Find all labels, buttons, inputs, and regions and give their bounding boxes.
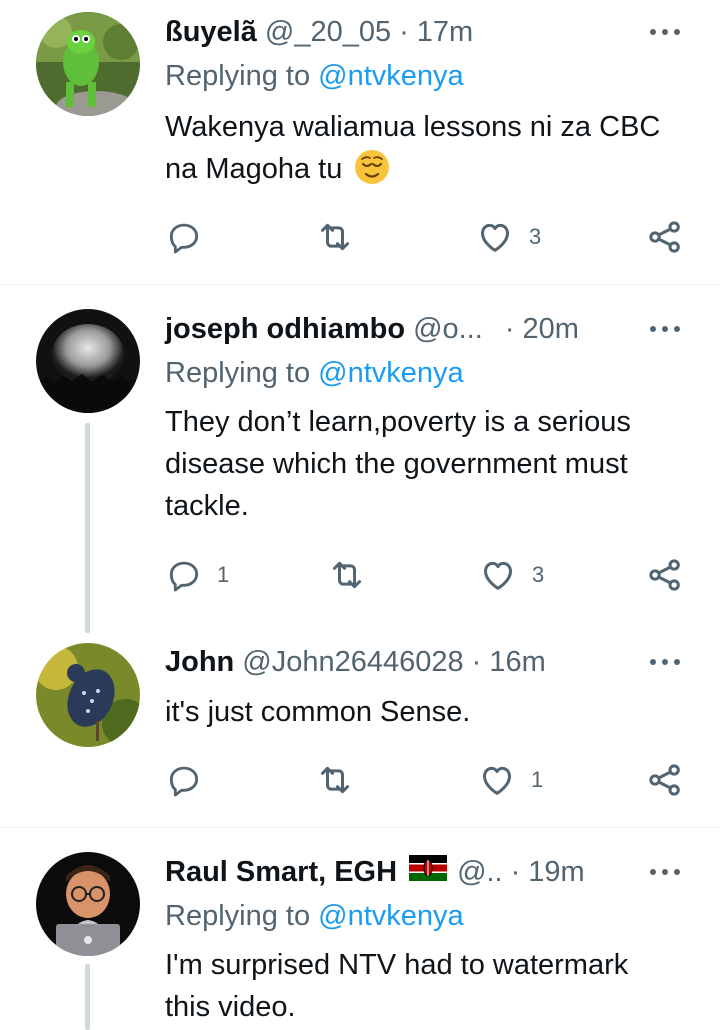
relieved-face-emoji-icon <box>354 149 390 185</box>
tweet-text: it's just common Sense. <box>165 691 680 733</box>
tweet-3[interactable]: John @John26446028 · 16m it's just commo… <box>0 630 720 826</box>
user-handle[interactable]: @.. <box>457 856 503 889</box>
retweet-icon <box>333 561 361 589</box>
replying-to-label: Replying to <box>165 60 319 92</box>
mention-link[interactable]: @ntvkenya <box>318 357 464 389</box>
replying-to: Replying to @ntvkenya <box>165 900 464 933</box>
retweet-icon <box>321 766 349 794</box>
user-handle[interactable]: @_20_05 <box>265 16 391 49</box>
share-icon <box>649 559 680 591</box>
replying-to: Replying to @ntvkenya <box>165 60 464 93</box>
kenya-flag-icon <box>409 855 448 889</box>
reply-button[interactable]: 1 <box>165 553 229 597</box>
separator-dot: · <box>510 855 521 888</box>
like-button[interactable]: 3 <box>475 215 541 259</box>
tweet-header: joseph odhiambo @o... · 20m <box>165 309 720 349</box>
reply-button[interactable] <box>165 215 217 259</box>
tweet-text-content: Wakenya waliamua lessons ni za CBC na Ma… <box>165 111 661 185</box>
tweet-text: Wakenya waliamua lessons ni za CBC na Ma… <box>165 106 680 190</box>
mention-link[interactable]: @ntvkenya <box>318 900 464 932</box>
like-button[interactable]: 3 <box>478 553 544 597</box>
share-icon <box>649 221 680 253</box>
mention-link[interactable]: @ntvkenya <box>318 60 464 92</box>
like-button[interactable]: 1 <box>477 758 543 802</box>
tweet-text: I'm surprised NTV had to watermark this … <box>165 944 680 1028</box>
tweet-header: ßuyelã @_20_05 · 17m <box>165 12 720 52</box>
share-button[interactable] <box>645 553 685 597</box>
retweet-button[interactable] <box>315 758 369 802</box>
tweet-1[interactable]: ßuyelã @_20_05 · 17m Replying to @ntvken… <box>0 0 720 283</box>
reply-button[interactable] <box>165 758 217 802</box>
tweet-text-content: I'm surprised NTV had to watermark this … <box>165 949 629 1023</box>
share-button[interactable] <box>645 215 685 259</box>
tweet-header: John @John26446028 · 16m <box>165 642 720 682</box>
like-count: 3 <box>529 224 542 249</box>
display-name[interactable]: joseph odhiambo <box>165 313 405 346</box>
more-options-icon[interactable] <box>650 27 680 37</box>
more-options-icon[interactable] <box>650 657 680 667</box>
user-handle[interactable]: @o... <box>413 313 483 346</box>
share-button[interactable] <box>645 758 685 802</box>
heart-icon <box>484 561 512 590</box>
replying-to: Replying to @ntvkenya <box>165 357 464 390</box>
retweet-button[interactable] <box>315 215 369 259</box>
timestamp[interactable]: 20m <box>522 313 578 346</box>
heart-icon <box>483 766 511 795</box>
like-count: 1 <box>531 767 544 792</box>
separator-dot: · <box>471 645 482 678</box>
user-handle[interactable]: @John26446028 <box>242 646 463 679</box>
separator-dot: · <box>504 312 515 345</box>
avatar[interactable] <box>36 309 140 413</box>
timestamp[interactable]: 19m <box>528 856 584 889</box>
heart-icon <box>481 223 509 252</box>
tweet-text-content: They don’t learn,poverty is a serious di… <box>165 406 631 522</box>
tweet-header: Raul Smart, EGH @.. · 19m <box>165 852 720 892</box>
thread-line <box>85 964 90 1030</box>
reply-icon <box>169 561 199 592</box>
more-options-icon[interactable] <box>650 867 680 877</box>
tweet-text: They don’t learn,poverty is a serious di… <box>165 401 680 527</box>
avatar[interactable] <box>36 12 140 116</box>
timestamp[interactable]: 16m <box>489 646 545 679</box>
tweet-text-content: it's just common Sense. <box>165 696 471 728</box>
retweet-icon <box>321 223 349 251</box>
tweet-2[interactable]: joseph odhiambo @o... · 20m Replying to … <box>0 285 720 633</box>
display-name[interactable]: John <box>165 646 234 679</box>
reply-count: 1 <box>217 562 230 587</box>
like-count: 3 <box>532 562 545 587</box>
tweet-4[interactable]: Raul Smart, EGH @.. · 19m Replying to @n… <box>0 828 720 1030</box>
retweet-button[interactable] <box>327 553 381 597</box>
share-icon <box>649 764 680 796</box>
avatar[interactable] <box>36 852 140 956</box>
display-name[interactable]: ßuyelã <box>165 16 257 49</box>
action-bar: 3 <box>165 215 695 259</box>
reply-icon <box>169 766 199 797</box>
action-bar: 1 <box>165 758 695 802</box>
timestamp[interactable]: 17m <box>417 16 473 49</box>
reply-icon <box>169 223 199 254</box>
avatar[interactable] <box>36 643 140 747</box>
separator-dot: · <box>399 15 409 48</box>
action-bar: 1 3 <box>165 553 695 597</box>
display-name[interactable]: Raul Smart, EGH <box>165 856 397 889</box>
more-options-icon[interactable] <box>650 324 680 334</box>
thread-line <box>85 423 90 633</box>
replying-to-label: Replying to <box>165 357 319 389</box>
replying-to-label: Replying to <box>165 900 319 932</box>
